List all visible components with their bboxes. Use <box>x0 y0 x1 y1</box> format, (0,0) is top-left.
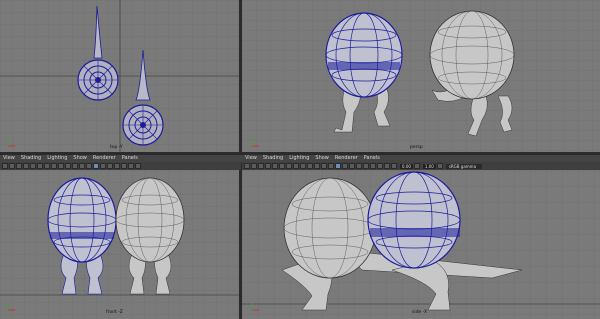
viewport-side[interactable]: side -X <box>242 170 600 319</box>
lights-icon[interactable] <box>107 163 113 169</box>
axis-gizmo-icon <box>251 139 259 147</box>
film-gate-icon[interactable] <box>279 163 285 169</box>
viewport-camera-label: side -X <box>412 310 428 315</box>
menu-shading[interactable]: Shading <box>21 155 41 162</box>
field-chart-icon[interactable] <box>300 163 306 169</box>
viewport-front[interactable]: front -Z <box>0 170 239 319</box>
safe-title-icon[interactable] <box>72 163 78 169</box>
gate-mask-icon[interactable] <box>51 163 57 169</box>
egg-creature-side-view[interactable] <box>242 170 600 319</box>
resolution-gate-icon[interactable] <box>44 163 50 169</box>
bookmark-icon[interactable] <box>258 163 264 169</box>
safe-title-icon[interactable] <box>314 163 320 169</box>
viewport-camera-label: persp <box>410 145 423 150</box>
film-gate-icon[interactable] <box>37 163 43 169</box>
wireframe-icon[interactable] <box>79 163 85 169</box>
panel-menubar-side: View Shading Lighting Show Renderer Pane… <box>242 155 600 162</box>
menu-panels[interactable]: Panels <box>364 155 380 162</box>
shadows-icon[interactable] <box>356 163 362 169</box>
panel-toolbar-front <box>0 162 241 170</box>
color-management-icon[interactable] <box>436 163 443 169</box>
menu-show[interactable]: Show <box>73 155 87 162</box>
menu-view[interactable]: View <box>3 155 15 162</box>
axis-gizmo-icon <box>251 303 259 311</box>
viewport-persp[interactable]: persp <box>242 0 600 152</box>
grid-toggle-icon[interactable] <box>272 163 278 169</box>
textured-icon[interactable] <box>342 163 348 169</box>
viewport-camera-label: top -Y <box>110 145 123 150</box>
bookmark-icon[interactable] <box>16 163 22 169</box>
camera-attributes-icon[interactable] <box>9 163 15 169</box>
wireframe-on-shaded-icon[interactable] <box>93 163 99 169</box>
menu-shading[interactable]: Shading <box>263 155 283 162</box>
color-space-dropdown[interactable]: sRGB gamma <box>445 163 482 169</box>
smooth-shade-icon[interactable] <box>328 163 334 169</box>
xray-joints-icon[interactable] <box>135 163 141 169</box>
resolution-gate-icon[interactable] <box>286 163 292 169</box>
wireframe-icon[interactable] <box>321 163 327 169</box>
gamma-field[interactable]: 1.00 <box>422 163 436 169</box>
wireframe-on-shaded-icon[interactable] <box>335 163 341 169</box>
xray-components-icon[interactable] <box>384 163 390 169</box>
select-camera-icon[interactable] <box>2 163 8 169</box>
egg-creature-persp[interactable] <box>242 0 600 152</box>
menu-show[interactable]: Show <box>315 155 329 162</box>
grid-toggle-icon[interactable] <box>30 163 36 169</box>
egg-model-top-view[interactable] <box>0 0 239 152</box>
menu-lighting[interactable]: Lighting <box>289 155 309 162</box>
egg-creature-front-view[interactable] <box>0 170 239 319</box>
shadows-icon[interactable] <box>114 163 120 169</box>
select-camera-icon[interactable] <box>244 163 250 169</box>
menu-panels[interactable]: Panels <box>122 155 138 162</box>
textured-icon[interactable] <box>100 163 106 169</box>
smooth-shade-icon[interactable] <box>86 163 92 169</box>
axis-gizmo-icon <box>7 303 15 311</box>
gamma-icon[interactable] <box>413 163 420 169</box>
camera-attributes-icon[interactable] <box>251 163 257 169</box>
menu-view[interactable]: View <box>245 155 257 162</box>
safe-action-icon[interactable] <box>307 163 313 169</box>
panel-toolbar-side: 0.00 1.00 sRGB gamma <box>242 162 600 170</box>
image-plane-icon[interactable] <box>23 163 29 169</box>
isolate-select-icon[interactable] <box>121 163 127 169</box>
exposure-icon[interactable] <box>391 163 397 169</box>
menu-renderer[interactable]: Renderer <box>93 155 116 162</box>
viewport-camera-label: front -Z <box>106 310 123 315</box>
lights-icon[interactable] <box>349 163 355 169</box>
menu-renderer[interactable]: Renderer <box>335 155 358 162</box>
isolate-select-icon[interactable] <box>363 163 369 169</box>
axis-gizmo-icon <box>7 139 15 147</box>
exposure-field[interactable]: 0.00 <box>400 163 413 169</box>
image-plane-icon[interactable] <box>265 163 271 169</box>
xray-joints-icon[interactable] <box>377 163 383 169</box>
field-chart-icon[interactable] <box>58 163 64 169</box>
menu-lighting[interactable]: Lighting <box>47 155 67 162</box>
xray-icon[interactable] <box>128 163 134 169</box>
viewport-top[interactable]: top -Y <box>0 0 239 152</box>
panel-menubar-front: View Shading Lighting Show Renderer Pane… <box>0 155 242 162</box>
safe-action-icon[interactable] <box>65 163 71 169</box>
xray-icon[interactable] <box>370 163 376 169</box>
gate-mask-icon[interactable] <box>293 163 299 169</box>
